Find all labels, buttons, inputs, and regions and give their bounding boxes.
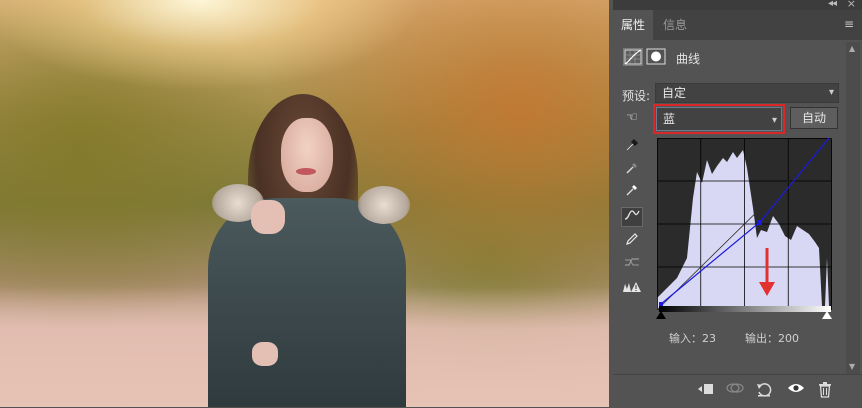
black-point-slider[interactable] <box>656 311 666 319</box>
white-point-slider[interactable] <box>822 311 832 319</box>
output-label: 输出： <box>745 332 778 345</box>
input-readout: 输入：23 <box>669 330 716 346</box>
panel-bottom-bar <box>613 374 862 408</box>
chevron-down-icon: ▾ <box>771 115 777 126</box>
scroll-up-icon[interactable]: ▲ <box>849 44 855 53</box>
output-readout: 输出：200 <box>745 330 799 346</box>
document-canvas[interactable] <box>0 0 609 407</box>
auto-button[interactable]: 自动 <box>790 107 838 129</box>
curves-graph[interactable] <box>657 138 832 310</box>
black-point-eyedropper-icon[interactable] <box>621 138 643 158</box>
reset-adjustments-icon[interactable] <box>755 382 773 400</box>
properties-panel: 属性 信息 ≡ 曲线 预设: 自定 ▾ ☜ 蓝 ▾ 自动 输入：23 输出：20… <box>613 10 862 408</box>
panel-collapse-bar[interactable]: ◂◂ × <box>613 0 862 10</box>
gray-point-eyedropper-icon[interactable] <box>621 161 643 181</box>
white-point-eyedropper-icon[interactable] <box>621 183 643 203</box>
double-chevron-right-icon[interactable]: ◂◂ <box>828 0 837 9</box>
photo-fur-right <box>358 186 410 224</box>
photo-face <box>281 118 333 192</box>
curve-point[interactable] <box>757 220 762 225</box>
input-value: 23 <box>702 332 716 345</box>
pencil-draw-icon[interactable] <box>621 232 643 252</box>
output-value: 200 <box>778 332 799 345</box>
photo-coat <box>208 198 406 407</box>
preset-select[interactable]: 自定 ▾ <box>655 83 839 103</box>
visibility-eye-icon[interactable] <box>787 382 805 400</box>
clipping-warning-icon[interactable] <box>621 280 643 300</box>
scroll-down-icon[interactable]: ▼ <box>849 362 855 371</box>
trash-icon[interactable] <box>816 382 834 400</box>
on-image-adjust-icon[interactable]: ☜ <box>621 108 643 128</box>
channel-select[interactable]: 蓝 ▾ <box>656 107 782 131</box>
input-label: 输入： <box>669 332 702 345</box>
panel-menu-icon[interactable]: ≡ <box>844 17 854 31</box>
layer-mask-icon[interactable] <box>646 48 666 66</box>
tab-properties[interactable]: 属性 <box>613 10 653 40</box>
photo-lips <box>296 168 316 175</box>
view-previous-state-icon[interactable] <box>726 382 744 400</box>
adjustment-title: 曲线 <box>676 52 701 66</box>
input-gradient-bar <box>659 306 831 312</box>
preset-value: 自定 <box>662 86 687 100</box>
curves-adjustment-icon[interactable] <box>623 48 643 66</box>
clip-to-layer-icon[interactable] <box>697 382 715 400</box>
preset-label: 预设: <box>622 89 651 103</box>
photo-hand-lower <box>252 342 278 366</box>
channel-value: 蓝 <box>663 112 676 126</box>
chevron-down-icon: ▾ <box>828 87 834 98</box>
photo-hand-upper <box>251 200 285 234</box>
curve-points-icon[interactable] <box>621 207 643 227</box>
smooth-curve-icon[interactable] <box>621 255 643 275</box>
tab-info[interactable]: 信息 <box>653 10 697 40</box>
panel-scrollbar[interactable] <box>846 42 860 374</box>
close-icon[interactable]: × <box>847 0 856 10</box>
panel-tab-bar: 属性 信息 ≡ <box>613 10 862 40</box>
